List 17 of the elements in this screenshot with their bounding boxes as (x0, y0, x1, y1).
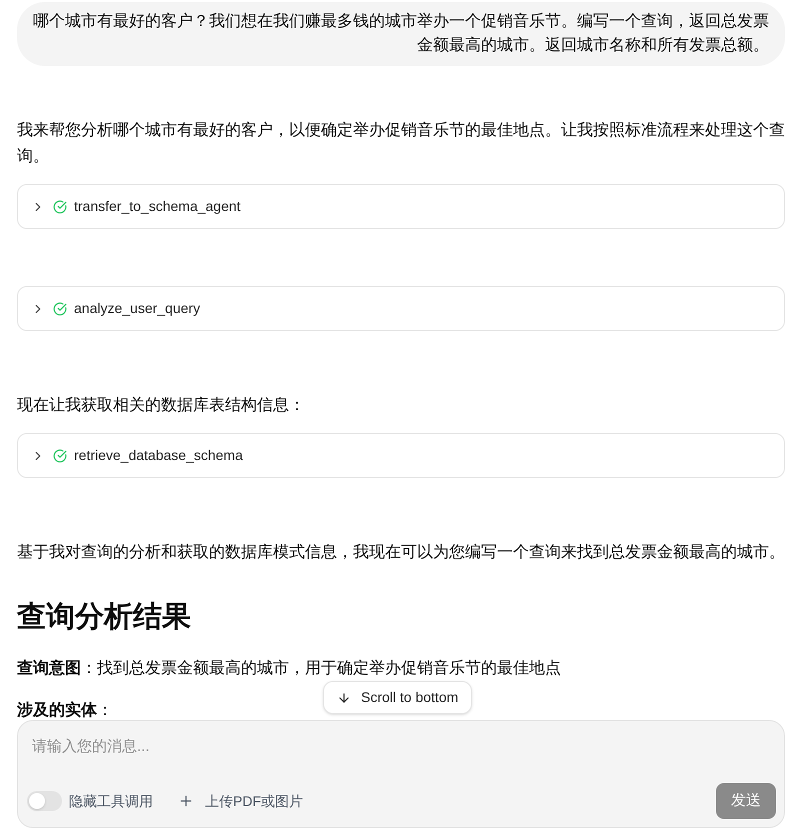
section-heading: 查询分析结果 (17, 600, 192, 635)
tool-call-card[interactable]: analyze_user_query (17, 286, 785, 331)
plus-icon (178, 793, 194, 809)
tool-call-card[interactable]: transfer_to_schema_agent (17, 184, 785, 229)
paragraph: 我来帮您分析哪个城市有最好的客户，以便确定举办促销音乐节的最佳地点。让我按照标准流程来处理这个查询。 (17, 120, 785, 167)
user-message-bubble: 哪个城市有最好的客户？我们想在我们赚最多钱的城市举办一个促销音乐节。编写一个查询，返回总发票金额最高的城市。返回城市名称和所有发票总额。 (17, 2, 785, 66)
arrow-down-icon (337, 690, 351, 704)
paragraph: 基于我对查询的分析和获取的数据库模式信息，我现在可以为您编写一个查询来找到总发票金额最高的城市。 (17, 542, 785, 563)
toggle-switch[interactable] (27, 791, 62, 811)
scroll-to-bottom-button[interactable]: Scroll to bottom (323, 681, 472, 714)
toggle-label: 隐藏工具调用 (69, 792, 153, 810)
paragraph: 查询意图：找到总发票金额最高的城市，用于确定举办促销音乐节的最佳地点 (17, 658, 562, 679)
paragraph: 现在让我获取相关的数据库表结构信息： (17, 396, 306, 416)
message-input[interactable]: 请输入您的消息... (32, 736, 770, 764)
paragraph: 涉及的实体： (17, 700, 114, 721)
upload-button[interactable]: 上传PDF或图片 (178, 790, 303, 812)
tool-call-card[interactable]: retrieve_database_schema (17, 433, 785, 478)
